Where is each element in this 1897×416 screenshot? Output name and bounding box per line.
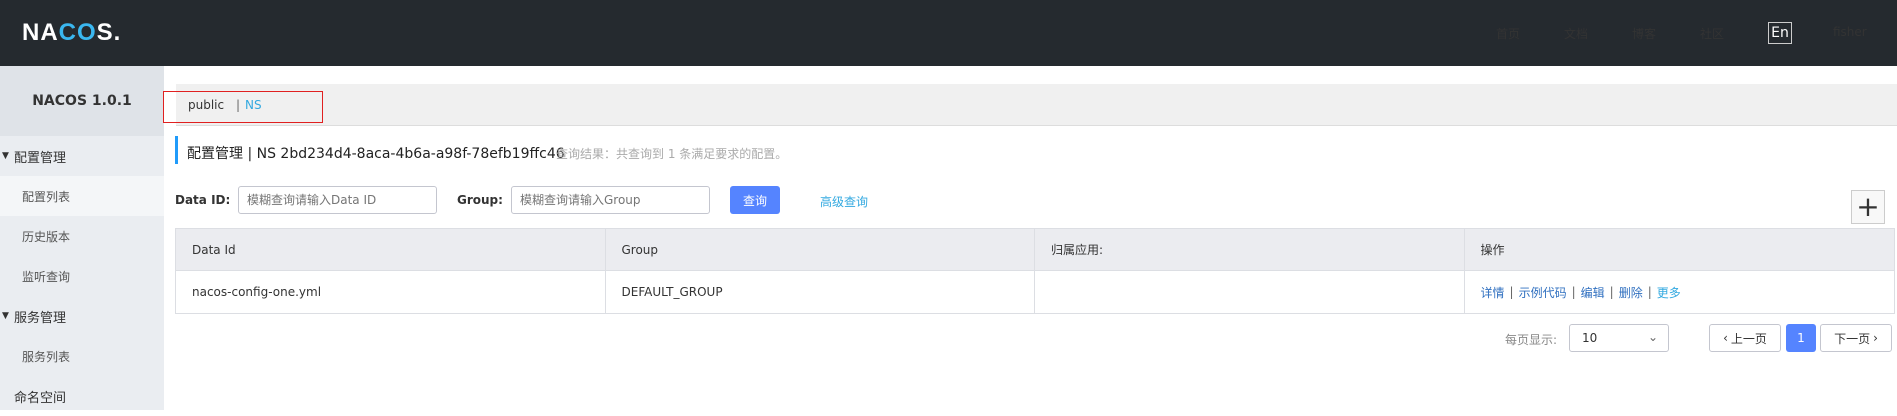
language-button[interactable]: En — [1768, 22, 1792, 44]
cell-ops: 详情 | 示例代码 | 编辑 | 删除 | 更多 — [1465, 271, 1895, 313]
nav-community[interactable]: 社区 — [1700, 25, 1724, 42]
column-header-dataid: Data Id — [176, 229, 606, 270]
user-name[interactable]: fisher — [1833, 25, 1867, 39]
per-page-select[interactable]: 10 ⌄ — [1569, 324, 1669, 352]
highlight-box — [163, 91, 323, 123]
nav-blog[interactable]: 博客 — [1632, 25, 1656, 42]
prev-page-label: 上一页 — [1730, 331, 1767, 346]
delete-link[interactable]: 删除 — [1619, 284, 1643, 301]
cell-dataid: nacos-config-one.yml — [176, 271, 606, 313]
cell-app — [1035, 271, 1465, 313]
chevron-right-icon: › — [1873, 331, 1878, 345]
plus-icon[interactable]: + — [1851, 190, 1885, 224]
query-button[interactable]: 查询 — [730, 186, 780, 214]
nav-docs[interactable]: 文档 — [1564, 25, 1588, 42]
next-page-button[interactable]: 下一页 › — [1820, 324, 1892, 352]
more-link[interactable]: 更多 — [1657, 284, 1681, 301]
query-result-text: 查询结果：共查询到 1 条满足要求的配置。 — [556, 147, 788, 161]
next-page-label: 下一页 — [1834, 331, 1871, 346]
per-page-label: 每页显示: — [1505, 333, 1558, 347]
caret-down-icon: ▼ — [2, 151, 9, 161]
sidebar-item-namespace-label: 命名空间 — [14, 390, 67, 406]
page-title: 配置管理 | NS 2bd234d4-8aca-4b6a-a98f-78efb1… — [187, 146, 565, 162]
sidebar-item-namespace[interactable]: 命名空间 — [0, 376, 164, 416]
caret-down-icon: ▼ — [2, 311, 9, 321]
sidebar-group-service[interactable]: ▼ 服务管理 — [0, 296, 164, 336]
sidebar-item-history[interactable]: 历史版本 — [0, 216, 164, 256]
per-page-value: 10 — [1582, 331, 1598, 345]
sidebar-group-config-label: 配置管理 — [14, 150, 67, 166]
chevron-down-icon: ⌄ — [1647, 330, 1658, 344]
op-separator: | — [1647, 285, 1652, 299]
prev-page-button[interactable]: ‹ 上一页 — [1709, 324, 1781, 352]
table-header: Data Id Group 归属应用: 操作 — [176, 229, 1894, 271]
sidebar: NACOS 1.0.1 ▼ 配置管理 配置列表 历史版本 监听查询 ▼ 服务管理… — [0, 66, 164, 410]
nacos-logo[interactable]: NA CO S. — [22, 18, 121, 48]
group-label: Group: — [457, 193, 503, 207]
sidebar-title: NACOS 1.0.1 — [0, 66, 164, 136]
sample-code-link[interactable]: 示例代码 — [1519, 284, 1567, 301]
logo-text-right: S. — [96, 19, 122, 46]
sidebar-group-config[interactable]: ▼ 配置管理 — [0, 136, 164, 176]
detail-link[interactable]: 详情 — [1481, 284, 1505, 301]
page-number-current[interactable]: 1 — [1786, 324, 1816, 352]
title-accent-bar — [175, 136, 178, 164]
sidebar-item-listener[interactable]: 监听查询 — [0, 256, 164, 296]
sidebar-group-service-label: 服务管理 — [14, 310, 67, 326]
column-header-ops: 操作 — [1480, 243, 1505, 257]
nav-home[interactable]: 首页 — [1496, 25, 1520, 42]
config-table: Data Id Group 归属应用: 操作 nacos-config-one.… — [175, 228, 1895, 314]
cell-group: DEFAULT_GROUP — [606, 271, 1035, 313]
op-separator: | — [1609, 285, 1614, 299]
chevron-left-icon: ‹ — [1723, 331, 1728, 345]
namespace-bar — [176, 84, 1897, 126]
column-header-app: 归属应用: — [1035, 229, 1465, 270]
logo-text-left: NA — [22, 19, 59, 46]
table-row: nacos-config-one.yml DEFAULT_GROUP 详情 | … — [176, 271, 1894, 313]
top-header: NA CO S. 首页 文档 博客 社区 En fisher — [0, 0, 1897, 66]
op-separator: | — [1509, 285, 1514, 299]
advanced-query-link[interactable]: 高级查询 — [820, 193, 868, 210]
column-header-group: Group — [606, 229, 1035, 270]
group-input[interactable] — [511, 186, 710, 214]
sidebar-item-service-list[interactable]: 服务列表 — [0, 336, 164, 376]
dataid-input[interactable] — [238, 186, 437, 214]
logo-text-co: CO — [58, 19, 97, 46]
op-separator: | — [1571, 285, 1576, 299]
dataid-label: Data ID: — [175, 193, 231, 207]
edit-link[interactable]: 编辑 — [1581, 284, 1605, 301]
sidebar-item-config-list[interactable]: 配置列表 — [0, 176, 164, 216]
